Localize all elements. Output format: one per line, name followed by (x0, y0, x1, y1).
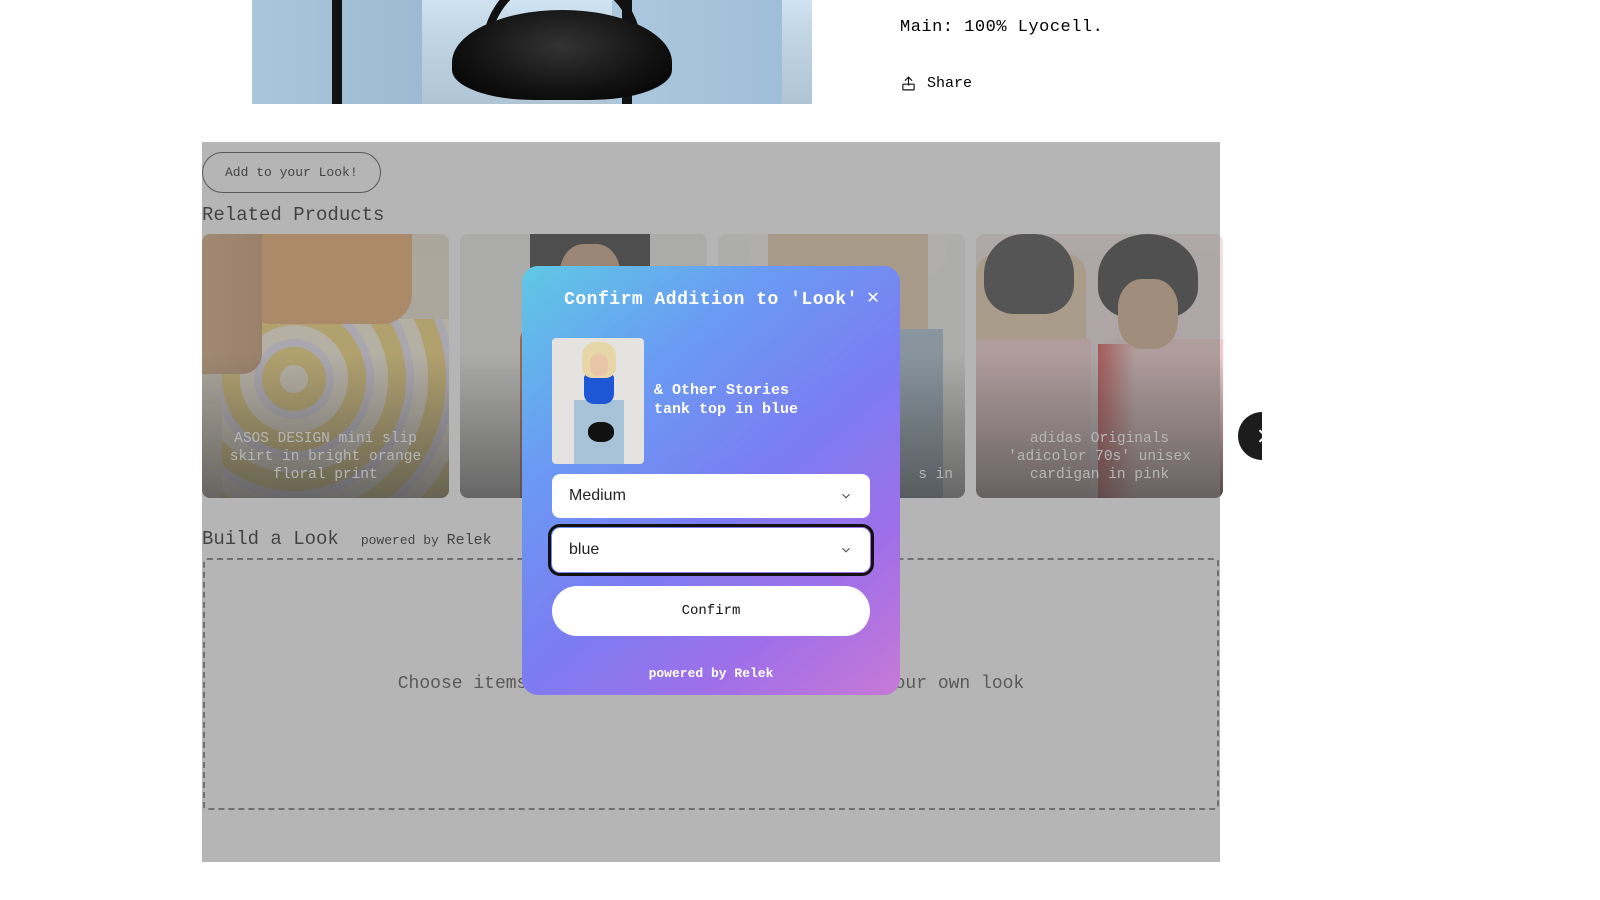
modal-close-button[interactable]: ✕ (862, 286, 884, 308)
chevron-down-icon (839, 543, 853, 557)
material-text: Main: 100% Lyocell. (900, 18, 1103, 37)
share-label: Share (927, 75, 972, 92)
chevron-down-icon (839, 489, 853, 503)
share-button[interactable]: Share (900, 75, 972, 92)
share-icon (900, 75, 917, 92)
size-select[interactable]: Medium (552, 474, 870, 518)
confirm-add-modal: Confirm Addition to 'Look' ✕ & Other Sto… (522, 266, 900, 695)
color-select[interactable]: blue (552, 528, 870, 572)
size-select-value: Medium (569, 487, 626, 505)
color-select-value: blue (569, 541, 599, 559)
modal-powered-by: powered by Relek (552, 666, 870, 681)
chevron-right-icon (1252, 426, 1262, 446)
product-hero-image (252, 0, 812, 104)
confirm-button[interactable]: Confirm (552, 586, 870, 636)
modal-title: Confirm Addition to 'Look' (552, 290, 870, 310)
carousel-next-button[interactable] (1238, 412, 1262, 460)
modal-product-name: & Other Stories tank top in blue (654, 382, 824, 420)
close-icon: ✕ (867, 284, 879, 310)
product-thumbnail (552, 338, 644, 464)
